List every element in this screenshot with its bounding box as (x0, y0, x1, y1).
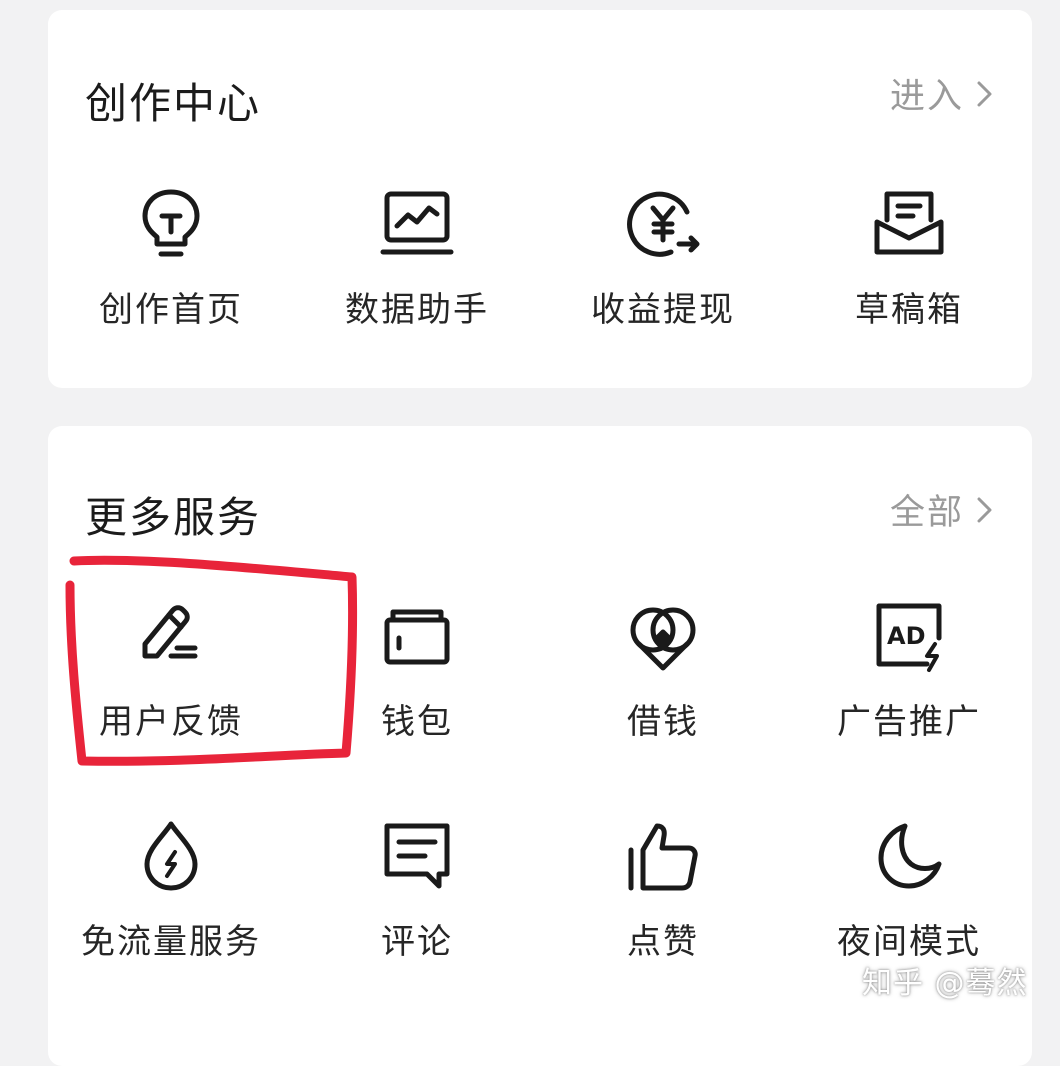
more-services-title: 更多服务 (85, 493, 262, 542)
chevron-right-icon (977, 81, 992, 106)
thumbs-up-icon (625, 818, 701, 894)
ad-promo-icon: AD (871, 598, 947, 674)
drafts-inbox-icon (871, 186, 947, 262)
moon-icon (871, 818, 947, 894)
item-label: 夜间模式 (837, 922, 981, 962)
chevron-right-icon (977, 497, 992, 522)
earnings-withdraw-item[interactable]: 收益提现 (540, 186, 786, 331)
more-services-all-link[interactable]: 全部 (890, 484, 996, 535)
likes-item[interactable]: 点赞 (540, 818, 786, 963)
data-assistant-item[interactable]: 数据助手 (294, 186, 540, 331)
creation-center-card: 创作中心 进入 创作首页 数据助手 收益提现 草稿箱 (48, 10, 1032, 388)
item-label: 收益提现 (591, 290, 735, 330)
item-label: 免流量服务 (81, 922, 261, 962)
item-label: 用户反馈 (99, 702, 243, 742)
ad-promotion-item[interactable]: AD 广告推广 (786, 598, 1032, 743)
creation-center-enter-link[interactable]: 进入 (890, 68, 996, 119)
item-label: 借钱 (627, 702, 699, 742)
chart-monitor-icon (379, 186, 455, 262)
item-label: 评论 (381, 922, 453, 962)
comment-icon (379, 818, 455, 894)
svg-text:AD: AD (887, 622, 926, 650)
wallet-icon (379, 598, 455, 674)
drafts-item[interactable]: 草稿箱 (786, 186, 1032, 331)
creation-home-item[interactable]: 创作首页 (48, 186, 294, 331)
wallet-item[interactable]: 钱包 (294, 598, 540, 743)
loan-icon (625, 598, 701, 674)
item-label: 钱包 (381, 702, 453, 742)
enter-label: 进入 (889, 77, 964, 117)
night-mode-item[interactable]: 夜间模式 (786, 818, 1032, 963)
borrow-money-item[interactable]: 借钱 (540, 598, 786, 743)
zhihu-watermark: 知乎 @蓦然 (862, 966, 1028, 1001)
item-label: 点赞 (627, 922, 699, 962)
item-label: 数据助手 (345, 290, 489, 330)
yuan-withdraw-icon (625, 186, 701, 262)
item-label: 广告推广 (837, 702, 981, 742)
item-label: 创作首页 (99, 290, 243, 330)
free-data-item[interactable]: 免流量服务 (48, 818, 294, 963)
item-label: 草稿箱 (855, 290, 963, 330)
data-drop-icon (133, 818, 209, 894)
comments-item[interactable]: 评论 (294, 818, 540, 963)
user-feedback-item[interactable]: 用户反馈 (48, 598, 294, 743)
all-label: 全部 (889, 493, 964, 533)
creation-center-title: 创作中心 (85, 79, 262, 128)
pen-feedback-icon (133, 598, 209, 674)
lightbulb-icon (133, 186, 209, 262)
